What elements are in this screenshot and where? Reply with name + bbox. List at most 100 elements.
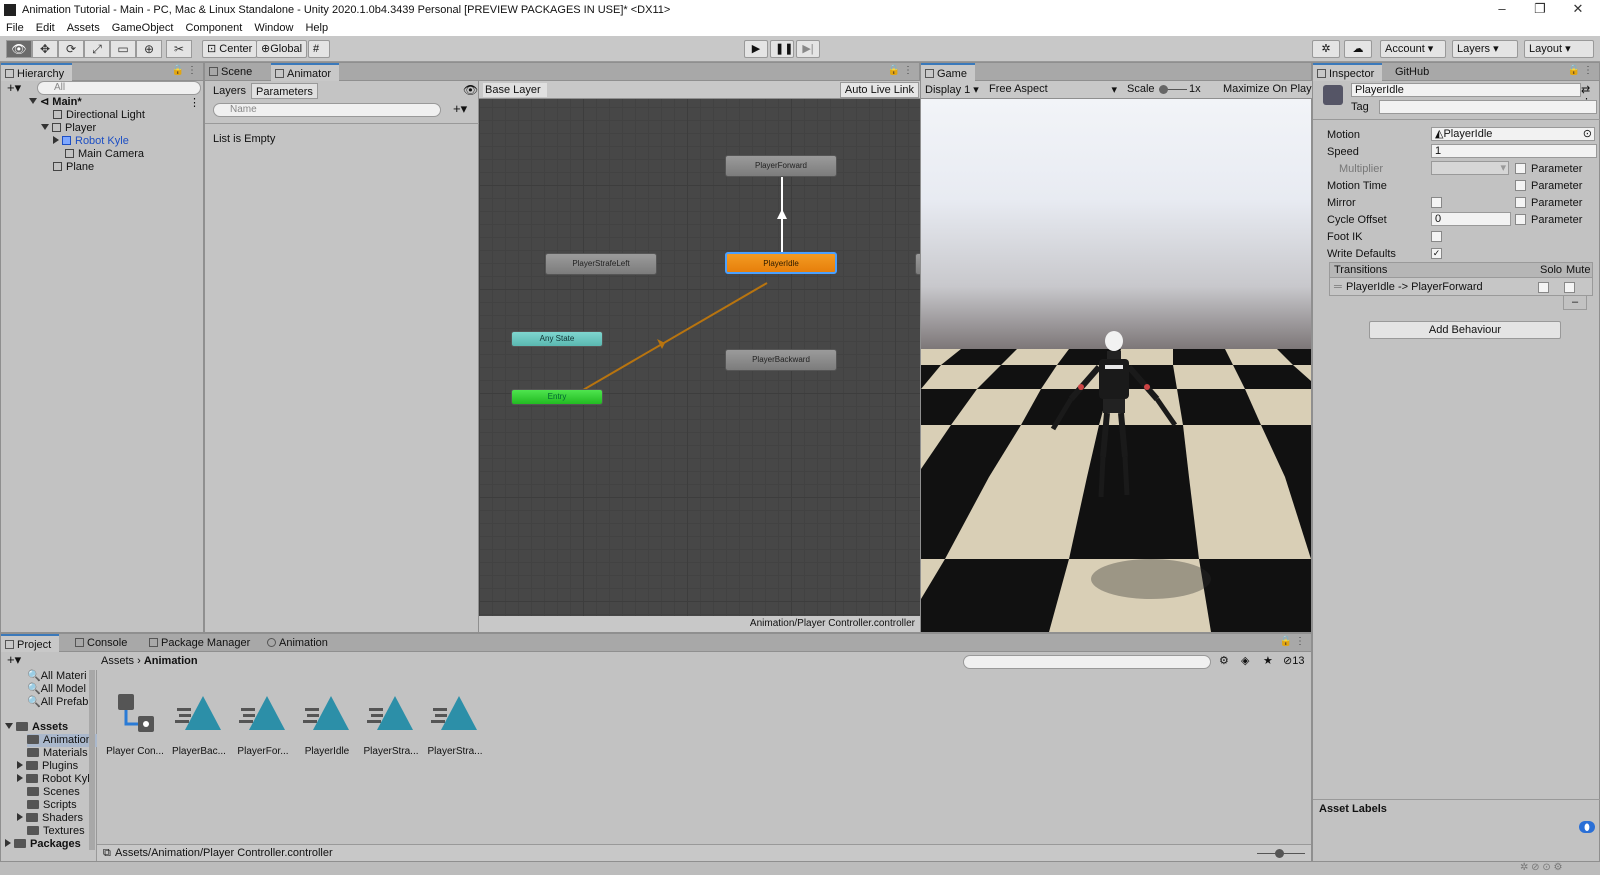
scale-tool-icon[interactable]: ⤢ [84,40,110,58]
asset-player-backward[interactable]: PlayerBac... [169,684,229,757]
expand-icon[interactable] [41,124,49,130]
collapse-icon[interactable] [53,136,59,144]
asset-player-idle[interactable]: PlayerIdle [297,684,357,757]
menu-window[interactable]: Window [254,22,293,34]
asset-player-controller[interactable]: Player Con... [105,684,165,757]
asset-player-forward[interactable]: PlayerFor... [233,684,293,757]
rect-tool-icon[interactable]: ▭ [110,40,136,58]
state-any-state[interactable]: Any State [511,331,603,347]
hierarchy-search-input[interactable]: All [37,81,201,95]
menu-edit[interactable]: Edit [36,22,55,34]
parameter-search-input[interactable]: Name [213,103,441,117]
account-dropdown[interactable]: Account ▾ [1380,40,1446,58]
transform-tool-icon[interactable]: ⊕ [136,40,162,58]
tree-assets[interactable]: Assets [5,721,68,734]
subtab-parameters[interactable]: Parameters [251,83,318,99]
tree-packages[interactable]: Packages [5,838,81,851]
mirror-checkbox[interactable] [1431,197,1442,208]
tab-inspector[interactable]: Inspector [1313,63,1383,81]
hierarchy-item-player[interactable]: Player [41,122,96,135]
cycle-offset-parameter-checkbox[interactable] [1515,214,1526,225]
tree-folder-robot-kyle[interactable]: Robot Kyl [17,773,90,786]
layout-dropdown[interactable]: Layout ▾ [1524,40,1594,58]
cloud-icon[interactable]: ☁ [1344,40,1372,58]
state-player-strafe-left[interactable]: PlayerStrafeLeft [545,253,657,275]
drag-handle-icon[interactable]: ═ [1334,281,1342,293]
state-player-backward[interactable]: PlayerBackward [725,349,837,371]
maximize-on-play-toggle[interactable]: Maximize On Play [1223,83,1312,95]
panel-menu-icon[interactable]: 🔒 ⋮ [1280,636,1305,647]
hierarchy-item-main-camera[interactable]: Main Camera [65,148,144,161]
expand-icon[interactable] [29,98,37,104]
object-picker-icon[interactable]: ⊙ [1583,128,1592,140]
scene-root[interactable]: ⊲ Main* [29,96,82,109]
tab-animation[interactable]: Animation [263,634,336,652]
filter-type-icon[interactable]: ⚙ [1219,654,1229,667]
mute-checkbox[interactable] [1564,282,1575,293]
pause-button[interactable]: ❚❚ [770,40,794,58]
tab-animator[interactable]: Animator [271,63,340,81]
hidden-packages-counter[interactable]: ⊘13 [1283,654,1304,667]
favorite-all-materials[interactable]: 🔍All Materi [27,670,87,683]
move-tool-icon[interactable]: ✥ [32,40,58,58]
hierarchy-item-directional-light[interactable]: Directional Light [53,109,145,122]
multiplier-dropdown[interactable]: ▾ [1431,161,1509,175]
animator-graph[interactable]: Base Layer Auto Live Link PlayerForward … [479,81,925,632]
transition-item[interactable]: ═ PlayerIdle -> PlayerForward [1330,279,1592,296]
tab-scene[interactable]: Scene [205,63,260,81]
restore-button[interactable]: ❐ [1522,0,1558,20]
motion-field[interactable]: ◭PlayerIdle ⊙ [1431,127,1595,141]
tab-game[interactable]: Game [921,63,975,81]
panel-menu-icon[interactable]: 🔒 ⋮ [888,65,913,76]
layers-dropdown[interactable]: Layers ▾ [1452,40,1518,58]
asset-player-strafe-2[interactable]: PlayerStra... [425,684,485,757]
scene-menu-icon[interactable]: ⋮ [189,96,200,109]
state-player-forward[interactable]: PlayerForward [725,155,837,177]
rotate-tool-icon[interactable]: ⟳ [58,40,84,58]
tree-scrollbar[interactable] [89,670,95,850]
hierarchy-item-robot-kyle[interactable]: Robot Kyle [53,135,129,148]
motion-time-parameter-checkbox[interactable] [1515,180,1526,191]
aspect-dropdown[interactable]: Free Aspect ▾ [989,83,1117,96]
game-viewport[interactable] [921,99,1311,632]
play-button[interactable]: ▶ [744,40,768,58]
breadcrumb-animation[interactable]: Animation [144,655,198,667]
foot-ik-checkbox[interactable] [1431,231,1442,242]
collapse-icon[interactable] [17,761,23,769]
breadcrumb-assets[interactable]: Assets [101,655,134,667]
write-defaults-checkbox[interactable]: ✓ [1431,248,1442,259]
collab-icon[interactable]: ✲ [1312,40,1340,58]
multiplier-parameter-checkbox[interactable] [1515,163,1526,174]
visibility-eye-icon[interactable]: 👁 [463,83,478,97]
add-behaviour-button[interactable]: Add Behaviour [1369,321,1561,339]
tab-github[interactable]: GitHub [1389,63,1437,81]
cycle-offset-field[interactable]: 0 [1431,212,1511,226]
project-search-input[interactable] [963,655,1211,669]
speed-field[interactable]: 1 [1431,144,1597,158]
create-add-icon[interactable]: +▾ [7,80,21,96]
tree-folder-plugins[interactable]: Plugins [17,760,78,773]
filter-label-icon[interactable]: ◈ [1241,654,1249,667]
menu-component[interactable]: Component [185,22,242,34]
space-global-button[interactable]: ⊕Global [256,40,308,58]
label-tag-icon[interactable]: ⬮ [1579,821,1595,833]
state-player-idle[interactable]: PlayerIdle [725,252,837,274]
display-dropdown[interactable]: Display 1 ▾ [925,83,979,96]
favorite-star-icon[interactable]: ★ [1263,654,1273,667]
tab-hierarchy[interactable]: Hierarchy [1,63,73,81]
scale-slider-handle[interactable] [1159,85,1168,94]
menu-gameobject[interactable]: GameObject [112,22,174,34]
favorite-all-models[interactable]: 🔍All Model [27,683,86,696]
tag-field[interactable] [1379,100,1597,114]
state-entry[interactable]: Entry [511,389,603,405]
menu-assets[interactable]: Assets [67,22,100,34]
collapse-icon[interactable] [17,813,23,821]
solo-checkbox[interactable] [1538,282,1549,293]
tree-folder-shaders[interactable]: Shaders [17,812,83,825]
add-parameter-icon[interactable]: +▾ [453,101,467,117]
icon-size-slider-handle[interactable] [1275,849,1284,858]
favorite-all-prefabs[interactable]: 🔍All Prefab [27,696,88,709]
menu-file[interactable]: File [6,22,24,34]
pivot-center-button[interactable]: ⊡ Center [202,40,258,58]
tree-folder-materials[interactable]: Materials [27,747,88,760]
